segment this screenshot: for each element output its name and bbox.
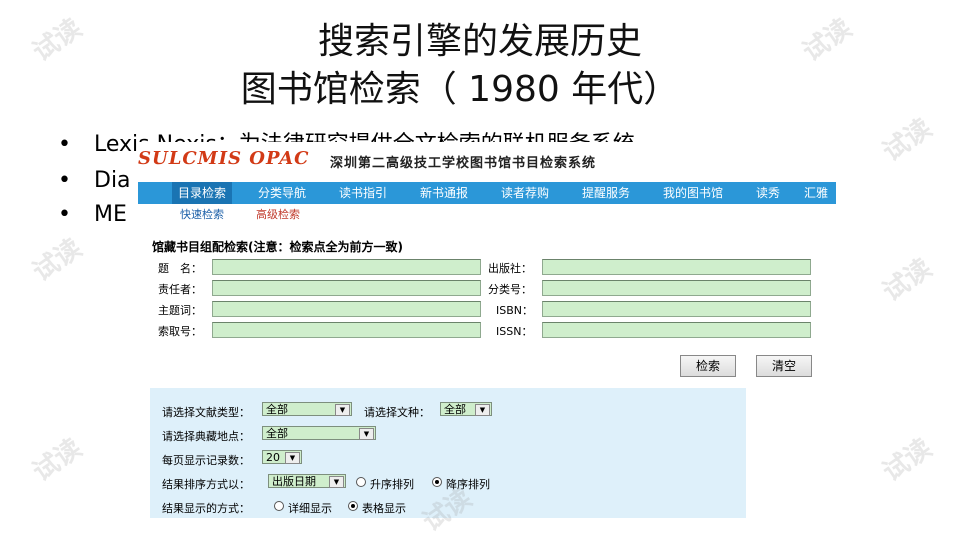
field-label-publisher: 出版社： bbox=[488, 262, 532, 275]
watermark: 试读 bbox=[877, 433, 938, 488]
form-title: 馆藏书目组配检索(注意：检索点全为前方一致) bbox=[152, 240, 403, 254]
bullet-text: Dia bbox=[94, 168, 131, 193]
slide-subtitle: 图书馆检索（ 1980 年代） bbox=[240, 69, 680, 110]
chevron-down-icon: ▼ bbox=[475, 404, 490, 416]
subject-input[interactable] bbox=[212, 301, 481, 317]
publisher-input[interactable] bbox=[542, 259, 811, 275]
search-button[interactable]: 检索 bbox=[680, 355, 736, 377]
location-select[interactable]: 全部 ▼ bbox=[262, 426, 376, 440]
nav-tab-my-library[interactable]: 我的图书馆 bbox=[663, 182, 723, 204]
sort-desc-label: 降序排列 bbox=[446, 478, 490, 491]
subnav-advanced-search[interactable]: 高级检索 bbox=[256, 206, 300, 222]
nav-tab-classification[interactable]: 分类导航 bbox=[258, 182, 306, 204]
field-label-author: 责任者： bbox=[158, 283, 202, 296]
field-label-subject: 主题词： bbox=[158, 304, 202, 317]
sort-value: 出版日期 bbox=[272, 475, 316, 488]
nav-tab-recommend[interactable]: 读者荐购 bbox=[501, 182, 549, 204]
nav-tab-catalog-search[interactable]: 目录检索 bbox=[172, 182, 233, 204]
clear-button[interactable]: 清空 bbox=[756, 355, 812, 377]
display-detail-label: 详细显示 bbox=[288, 502, 332, 515]
nav-tab-reading-guide[interactable]: 读书指引 bbox=[339, 182, 387, 204]
bullet-dot: • bbox=[58, 132, 71, 157]
isbn-input[interactable] bbox=[542, 301, 811, 317]
field-label-title: 题 名： bbox=[158, 262, 202, 275]
doc-type-select[interactable]: 全部 ▼ bbox=[262, 402, 352, 416]
display-table-radio[interactable] bbox=[348, 501, 358, 511]
issn-input[interactable] bbox=[542, 322, 811, 338]
language-select[interactable]: 全部 ▼ bbox=[440, 402, 492, 416]
bullet-text: ME bbox=[94, 202, 127, 227]
field-label-isbn: ISBN： bbox=[496, 304, 534, 317]
chevron-down-icon: ▼ bbox=[329, 476, 344, 488]
per-page-label: 每页显示记录数： bbox=[162, 454, 250, 467]
language-label: 请选择文种： bbox=[364, 406, 430, 419]
nav-tab-duxiu[interactable]: 读秀 bbox=[756, 182, 780, 204]
chevron-down-icon: ▼ bbox=[359, 428, 374, 440]
bullet-dot: • bbox=[58, 168, 71, 193]
nav-tab-reminder[interactable]: 提醒服务 bbox=[582, 182, 630, 204]
per-page-value: 20 bbox=[266, 451, 280, 464]
callno-input[interactable] bbox=[212, 322, 481, 338]
display-label: 结果显示的方式： bbox=[162, 502, 250, 515]
field-label-classno: 分类号： bbox=[488, 283, 532, 296]
display-detail-radio[interactable] bbox=[274, 501, 284, 511]
system-title: 深圳第二高级技工学校图书馆书目检索系统 bbox=[330, 156, 597, 171]
options-panel: 请选择文献类型： 全部 ▼ 请选择文种： 全部 ▼ 请选择典藏地点： 全部 ▼ … bbox=[150, 388, 746, 518]
author-input[interactable] bbox=[212, 280, 481, 296]
nav-bar: 目录检索 分类导航 读书指引 新书通报 读者荐购 提醒服务 我的图书馆 读秀 汇… bbox=[138, 182, 836, 204]
watermark: 试读 bbox=[27, 233, 88, 288]
sort-select[interactable]: 出版日期 ▼ bbox=[268, 474, 346, 488]
watermark: 试读 bbox=[877, 113, 938, 168]
chevron-down-icon: ▼ bbox=[335, 404, 350, 416]
search-form: 馆藏书目组配检索(注意：检索点全为前方一致) 题 名： 出版社： 责任者： 分类… bbox=[152, 238, 822, 377]
classno-input[interactable] bbox=[542, 280, 811, 296]
location-value: 全部 bbox=[266, 427, 288, 440]
slide-title: 搜索引擎的发展历史 bbox=[317, 21, 642, 62]
bullet-dot: • bbox=[58, 202, 71, 227]
doc-type-value: 全部 bbox=[266, 403, 288, 416]
opac-header: SULCMIS OPAC 深圳第二高级技工学校图书馆书目检索系统 目录检索 分类… bbox=[138, 142, 836, 232]
doc-type-label: 请选择文献类型： bbox=[162, 406, 250, 419]
per-page-select[interactable]: 20 ▼ bbox=[262, 450, 302, 464]
display-table-label: 表格显示 bbox=[362, 502, 406, 515]
language-value: 全部 bbox=[444, 403, 466, 416]
watermark: 试读 bbox=[877, 253, 938, 308]
subnav-quick-search[interactable]: 快速检索 bbox=[180, 206, 224, 222]
title-input[interactable] bbox=[212, 259, 481, 275]
location-label: 请选择典藏地点： bbox=[162, 430, 250, 443]
chevron-down-icon: ▼ bbox=[285, 452, 300, 464]
field-label-issn: ISSN： bbox=[496, 325, 533, 338]
nav-tab-new-books[interactable]: 新书通报 bbox=[420, 182, 468, 204]
sort-desc-radio[interactable] bbox=[432, 477, 442, 487]
sort-asc-radio[interactable] bbox=[356, 477, 366, 487]
sort-label: 结果排序方式以： bbox=[162, 478, 250, 491]
nav-tab-huiya[interactable]: 汇雅 bbox=[804, 182, 828, 204]
opac-logo: SULCMIS OPAC bbox=[138, 148, 310, 169]
sort-asc-label: 升序排列 bbox=[370, 478, 414, 491]
watermark: 试读 bbox=[27, 433, 88, 488]
field-label-callno: 索取号： bbox=[158, 325, 202, 338]
